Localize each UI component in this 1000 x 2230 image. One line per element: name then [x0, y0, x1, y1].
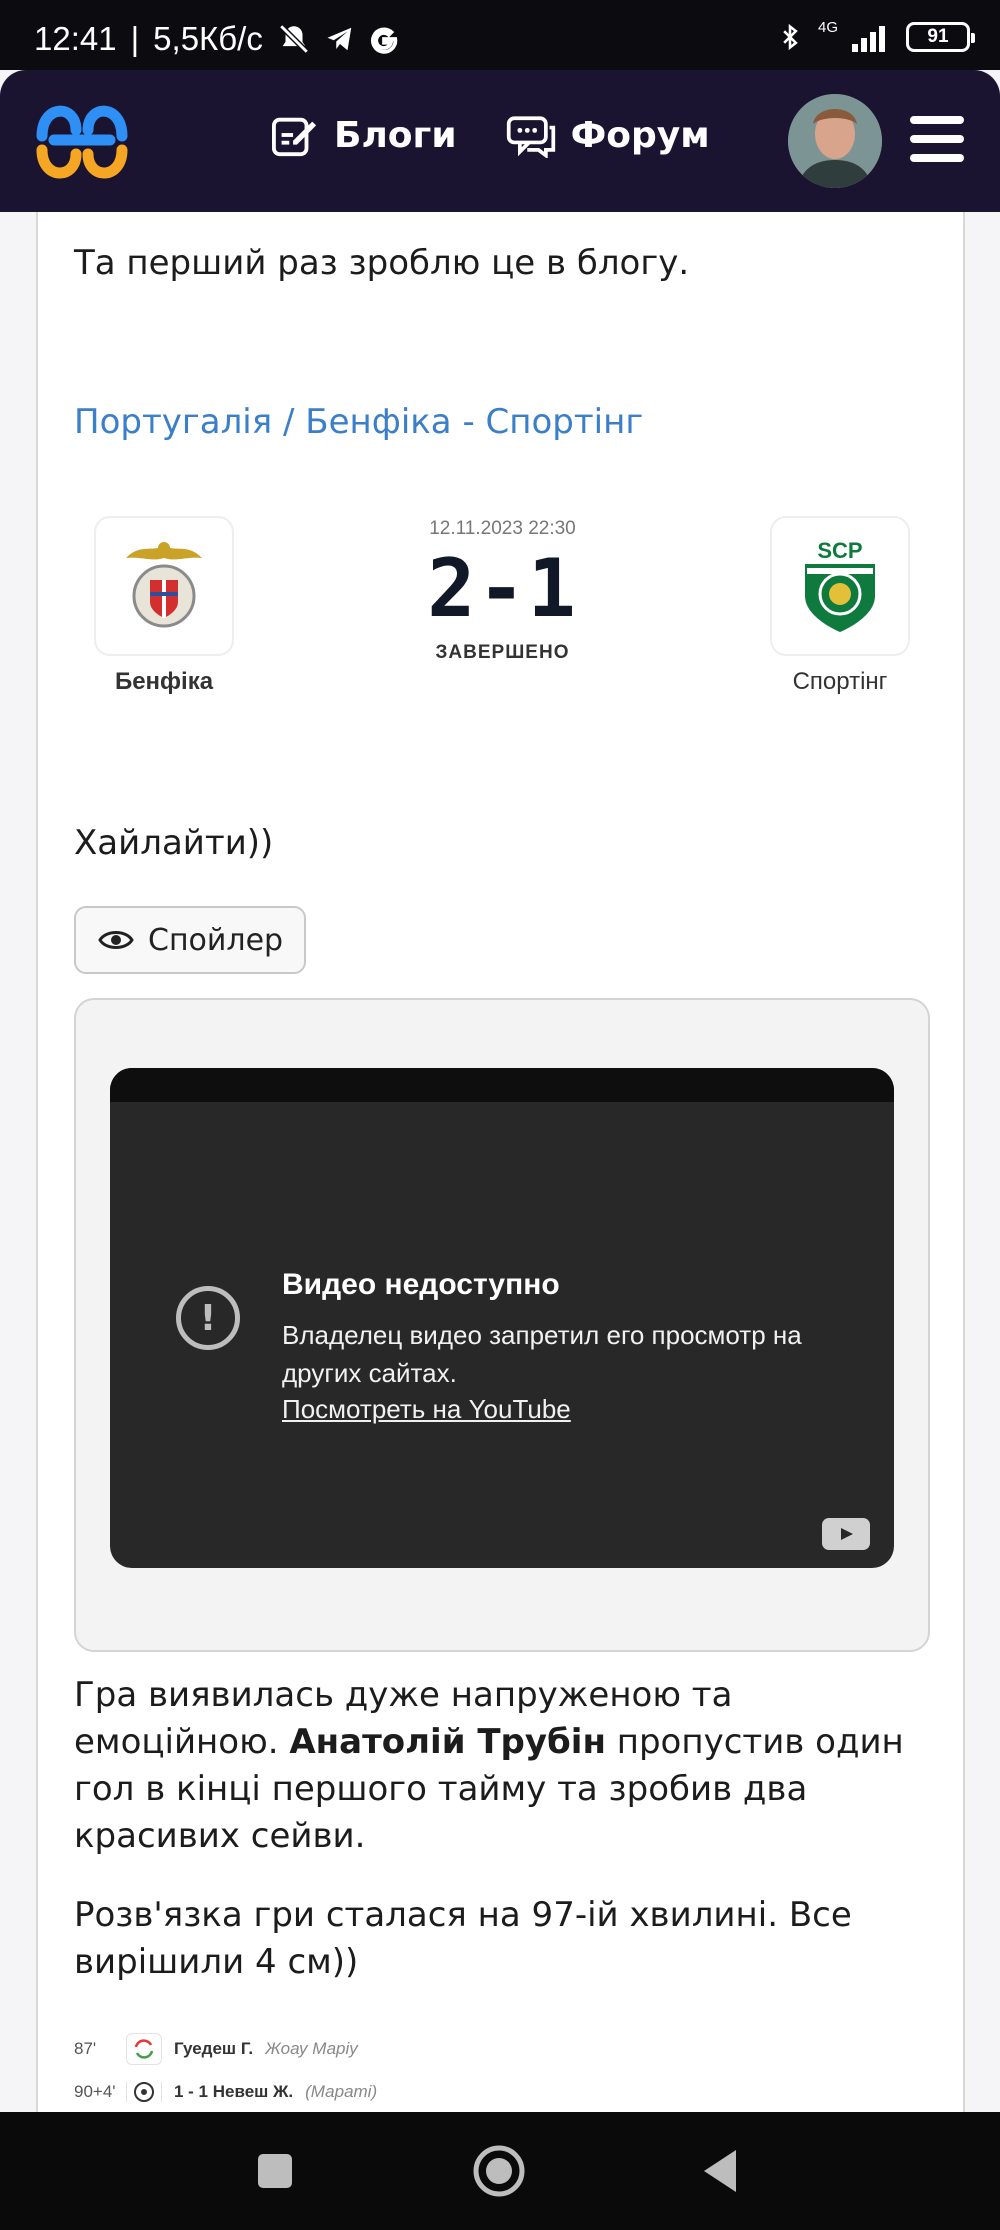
circle-icon: [473, 2145, 525, 2197]
back-button[interactable]: [700, 2148, 740, 2198]
network-type: 4G: [817, 18, 838, 36]
highlights-text: Хайлайти)): [74, 823, 274, 863]
network-speed: 5,5Кб/с: [153, 20, 263, 57]
nav-forum[interactable]: Форум: [505, 112, 710, 158]
battery-indicator: 91: [906, 22, 975, 52]
event-row: 87' Гуедеш Г. Жоау Маріу: [74, 2032, 358, 2066]
event-minute: 87': [74, 2039, 97, 2058]
recent-apps-button[interactable]: [256, 2152, 294, 2194]
bell-off-icon: [279, 24, 309, 54]
ball-icon: [126, 2082, 162, 2102]
site-logo[interactable]: [34, 94, 130, 190]
system-nav-bar: [0, 2112, 1000, 2230]
home-team-name: Бенфіка: [114, 668, 214, 695]
spoiler-button[interactable]: Спойлер: [74, 906, 306, 974]
google-icon: [370, 27, 398, 54]
svg-text:SCP: SCP: [817, 538, 862, 563]
main-nav: Блоги Форум: [270, 112, 710, 158]
away-team-logo: SCP: [770, 516, 910, 656]
eye-icon: [98, 931, 134, 949]
home-button[interactable]: [472, 2144, 526, 2202]
alert-icon: !: [176, 1286, 240, 1350]
spoiler-content: ! Видео недоступно Владелец видео запрет…: [74, 998, 930, 1652]
event-assist: Жоау Маріу: [265, 2039, 358, 2058]
event-assist: (Мараті): [305, 2082, 378, 2101]
square-icon: [258, 2154, 292, 2188]
video-topbar: [110, 1068, 894, 1102]
youtube-icon[interactable]: [822, 1518, 870, 1550]
match-widget[interactable]: Бенфіка 12.11.2023 22:30 2-1 ЗАВЕРШЕНО S…: [38, 492, 967, 712]
site-header: Блоги Форум: [0, 70, 1000, 212]
event-row: 90+4' 1 - 1 Невеш Ж. (Мараті): [74, 2082, 377, 2102]
signal-icon: [852, 26, 885, 52]
chat-icon: [506, 116, 555, 158]
user-avatar[interactable]: [788, 94, 882, 188]
article-card: Та перший раз зроблю це в блогу. Португа…: [36, 212, 965, 2112]
telegram-icon: [327, 27, 352, 51]
intro-text: Та перший раз зроблю це в блогу.: [74, 243, 690, 283]
substitution-icon: [126, 2033, 162, 2065]
away-team-name: Спортінг: [792, 668, 888, 695]
video-error-message: Владелец видео запретил его просмотр на …: [282, 1320, 802, 1388]
event-player: 1 - 1 Невеш Ж.: [174, 2082, 294, 2101]
watch-on-youtube-link[interactable]: Посмотреть на YouTube: [282, 1394, 571, 1425]
menu-button[interactable]: [910, 116, 964, 162]
event-minute: 90+4': [74, 2082, 116, 2101]
bluetooth-icon: [783, 23, 798, 51]
paragraph-1: Гра виявилась дуже напруженою та емоційн…: [74, 1675, 904, 1856]
player-name-bold: Анатолій Трубін: [289, 1722, 606, 1762]
clock: 12:41: [34, 20, 117, 57]
edit-note-icon: [272, 117, 317, 157]
back-triangle-icon: [704, 2150, 736, 2192]
video-error-title: Видео недоступно: [282, 1268, 560, 1301]
nav-blogs[interactable]: Блоги: [270, 112, 457, 158]
match-link[interactable]: Португалія / Бенфіка - Спортінг: [74, 402, 643, 442]
sporting-crest-icon: SCP: [805, 538, 875, 632]
status-bar: 12:41 | 5,5Кб/с 4G 91: [0, 0, 1000, 70]
event-player: Гуедеш Г.: [174, 2039, 254, 2058]
video-embed[interactable]: ! Видео недоступно Владелец видео запрет…: [110, 1068, 894, 1568]
paragraph-2: Розв'язка гри сталася на 97-ій хвилині. …: [74, 1895, 852, 1982]
avatar-image: [788, 94, 882, 188]
